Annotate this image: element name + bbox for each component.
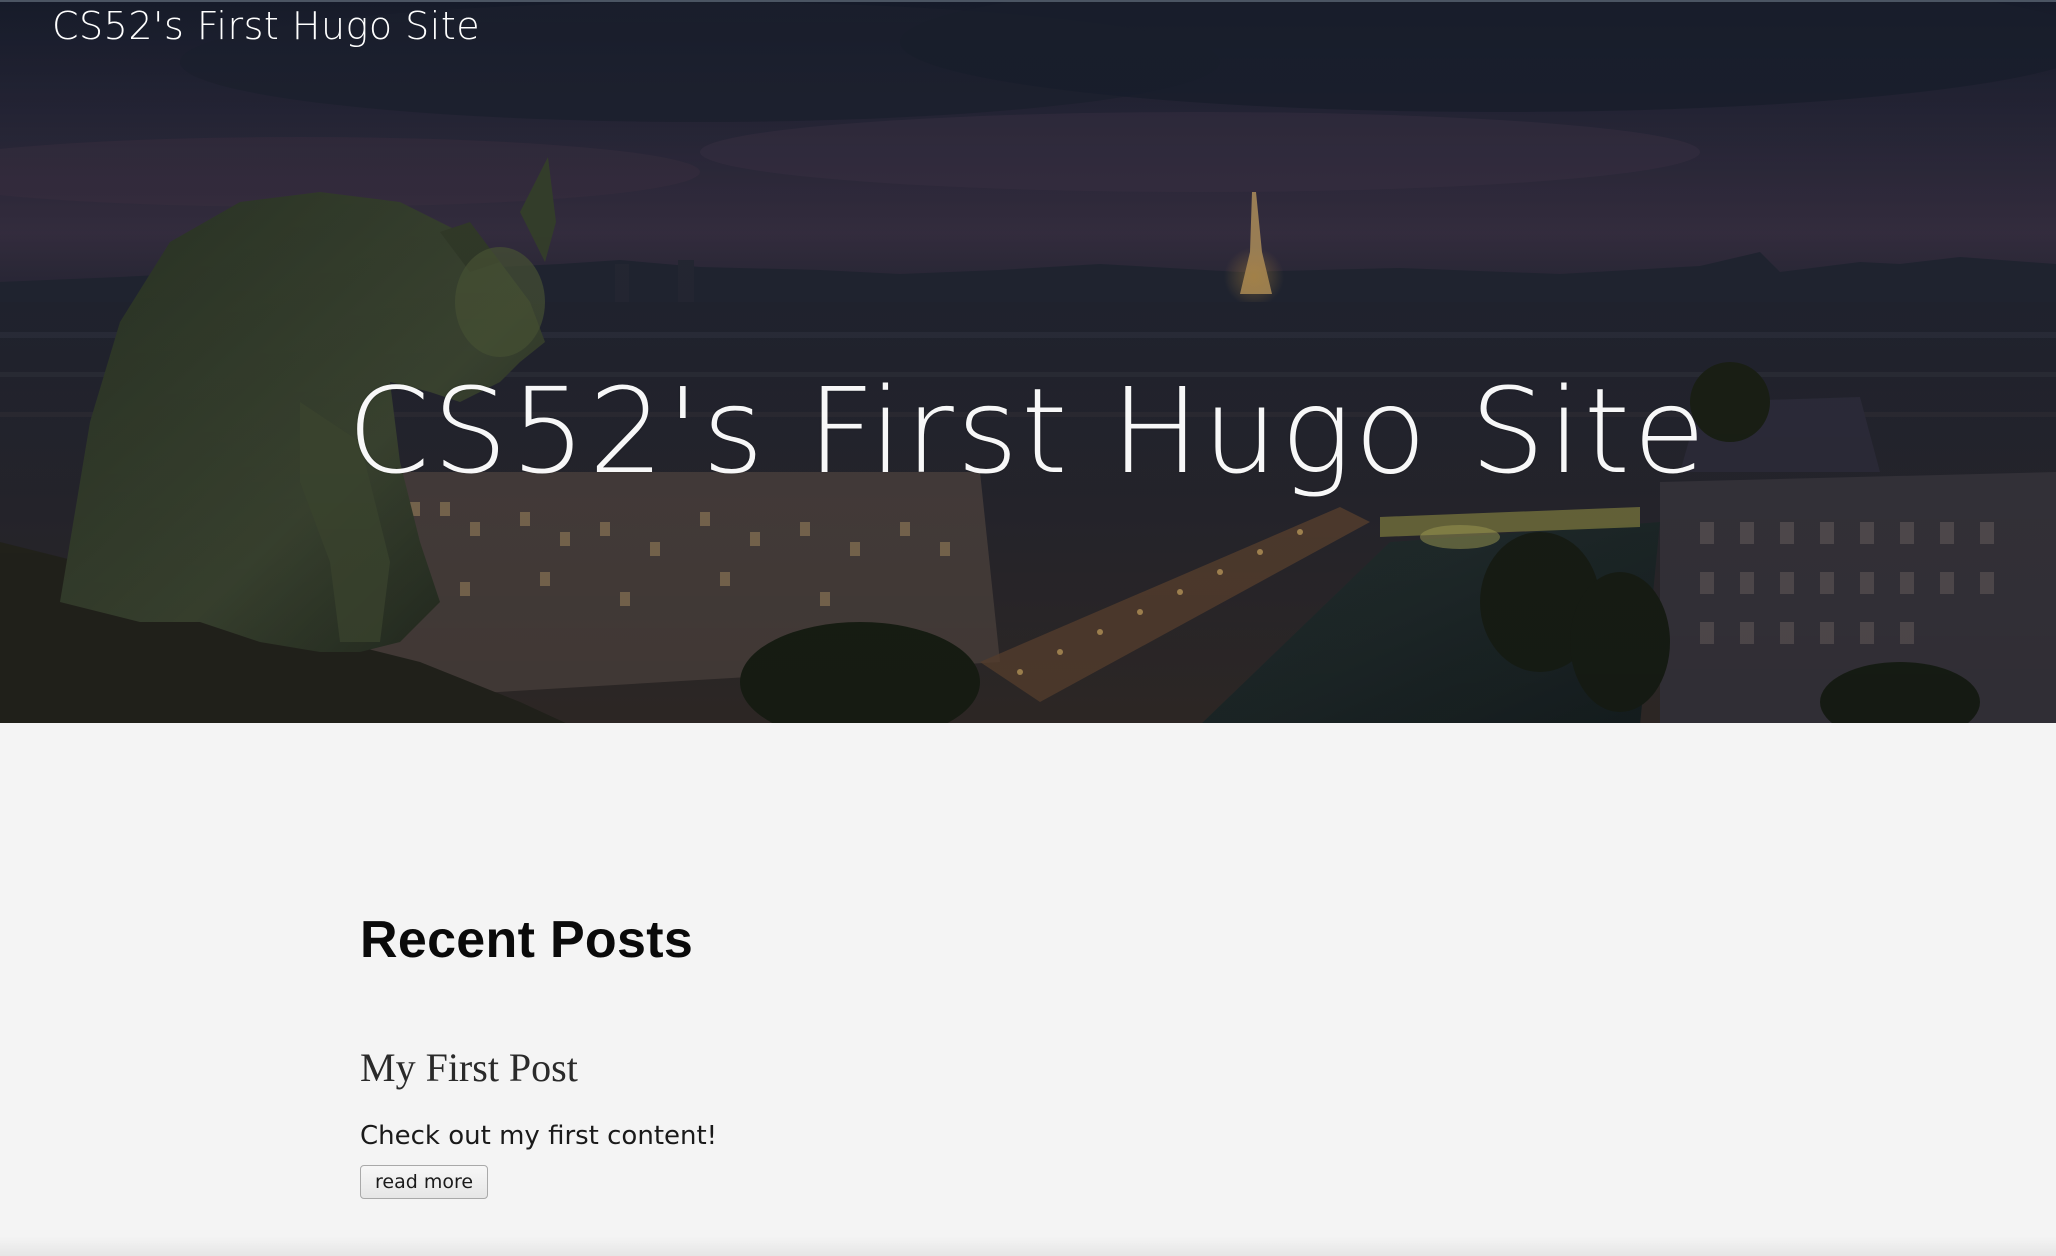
hero-banner: CS52's First Hugo Site CS52's First Hugo…	[0, 0, 2056, 723]
page: CS52's First Hugo Site CS52's First Hugo…	[0, 0, 2056, 1256]
bottom-edge-shadow	[0, 1236, 2056, 1256]
read-more-button[interactable]: read more	[360, 1165, 489, 1199]
hero-title: CS52's First Hugo Site	[347, 362, 1709, 500]
post-title-link[interactable]: My First Post	[360, 1044, 578, 1091]
section-title-recent-posts: Recent Posts	[360, 911, 694, 969]
recent-posts-section: Recent Posts My First Post Check out my …	[360, 910, 1660, 1199]
post-summary: Check out my first content!	[360, 1121, 718, 1151]
site-title-link[interactable]: CS52's First Hugo Site	[52, 4, 480, 48]
post-item: My First Post Check out my first content…	[360, 1044, 1660, 1199]
